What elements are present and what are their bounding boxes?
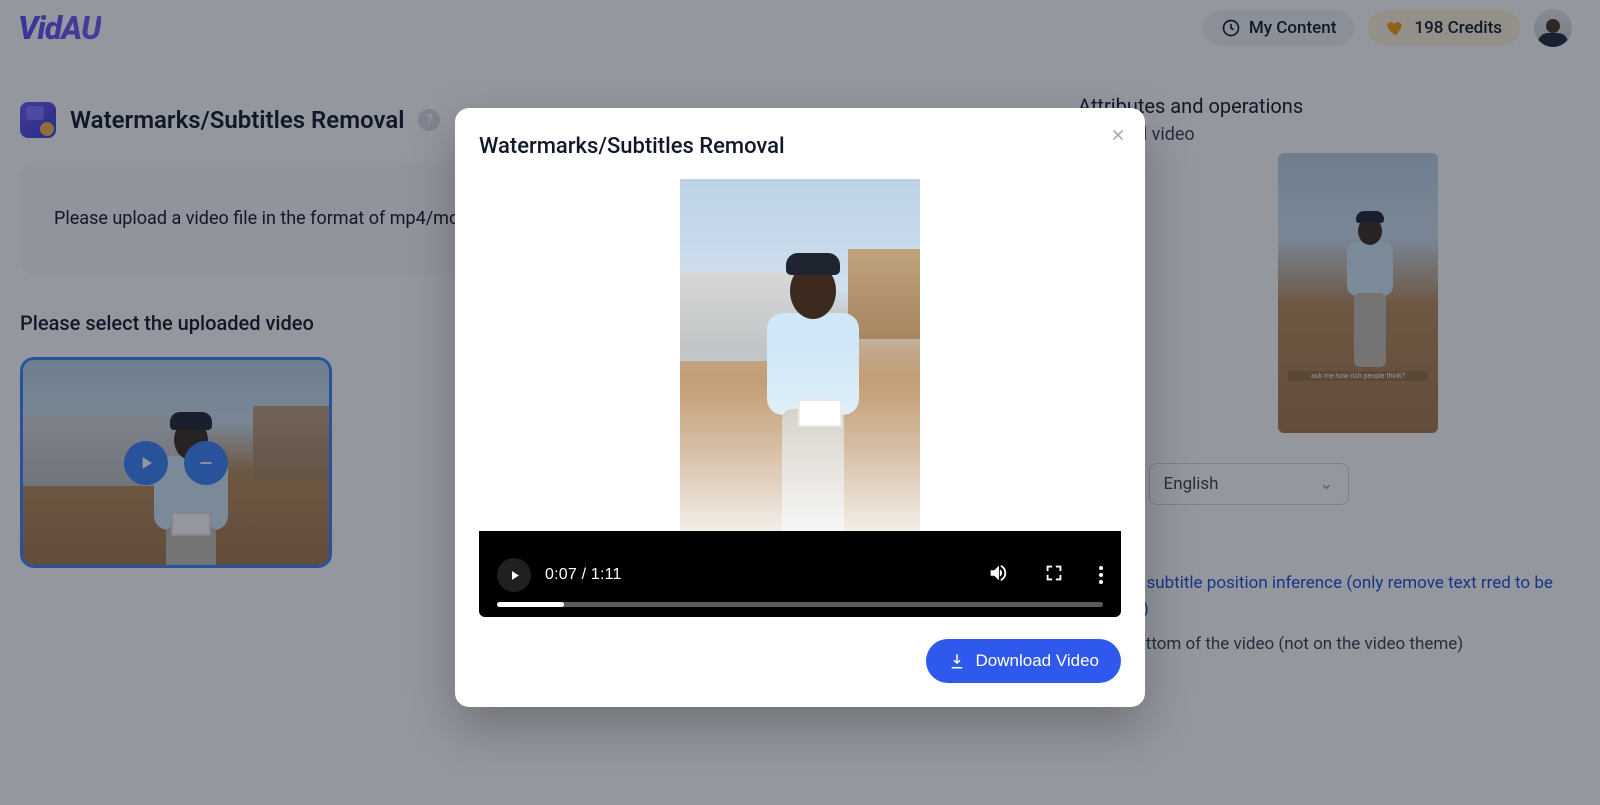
play-icon [507,568,522,583]
video-player[interactable]: 0:07 / 1:11 [479,179,1121,617]
download-icon [948,652,966,670]
download-button[interactable]: Download Video [926,639,1122,683]
progress-bar[interactable] [497,602,1103,607]
video-time: 0:07 / 1:11 [545,566,622,584]
video-controls: 0:07 / 1:11 [479,531,1121,617]
play-button[interactable] [497,558,531,592]
video-frame [680,179,920,547]
download-label: Download Video [976,651,1100,671]
modal-scrim[interactable]: Watermarks/Subtitles Removal 0:07 / 1:11 [0,0,1600,805]
fullscreen-button[interactable] [1043,562,1065,589]
volume-button[interactable] [987,562,1009,589]
fullscreen-icon [1043,562,1065,584]
volume-icon [987,562,1009,584]
modal-title: Watermarks/Subtitles Removal [479,134,1121,159]
progress-fill [497,602,564,607]
more-button[interactable] [1099,566,1103,584]
close-icon [1109,126,1127,144]
modal: Watermarks/Subtitles Removal 0:07 / 1:11 [455,108,1145,707]
modal-close-button[interactable] [1109,126,1127,148]
